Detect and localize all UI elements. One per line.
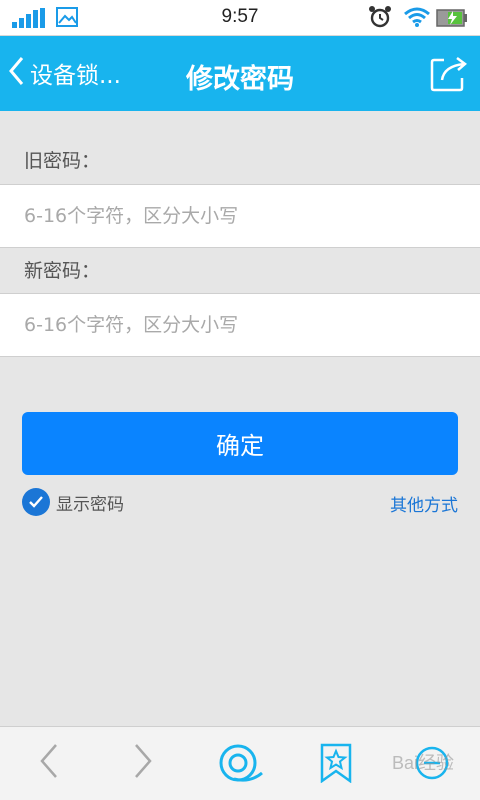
share-icon	[430, 57, 468, 96]
new-password-input[interactable]	[0, 294, 480, 356]
page: 9:57 设备锁... 修改密码 旧密码： 新密码： 确定 显示密码 其他方式 …	[0, 0, 480, 800]
confirm-button[interactable]: 确定	[22, 412, 458, 475]
wifi-icon	[404, 7, 430, 31]
page-title: 修改密码	[186, 64, 294, 95]
old-password-label: 旧密码：	[24, 150, 101, 172]
old-password-input[interactable]	[0, 185, 480, 247]
status-bar: 9:57	[0, 0, 480, 36]
new-password-label: 新密码：	[24, 260, 101, 282]
qq-browser-icon	[216, 744, 264, 787]
bottom-toolbar: Bai经验	[0, 726, 480, 800]
share-button[interactable]	[430, 54, 468, 96]
chevron-left-icon	[36, 744, 60, 785]
show-password-checkbox[interactable]: 显示密码	[22, 488, 124, 516]
chevron-right-icon	[132, 744, 156, 785]
title-bar: 设备锁... 修改密码	[0, 36, 480, 111]
bookmark-star-icon	[320, 743, 352, 787]
alarm-clock-icon	[368, 5, 392, 33]
old-password-row	[0, 184, 480, 248]
new-password-row	[0, 293, 480, 357]
battery-charging-icon	[436, 9, 468, 31]
qq-browser-button[interactable]	[216, 743, 264, 787]
show-password-label: 显示密码	[56, 494, 124, 515]
watermark-text: Bai经验	[391, 753, 454, 773]
nav-forward-button[interactable]	[132, 741, 156, 785]
other-ways-link[interactable]: 其他方式	[390, 491, 458, 516]
bookmark-button[interactable]	[320, 743, 352, 787]
checkmark-icon	[22, 488, 50, 516]
nav-back-button[interactable]	[36, 741, 60, 785]
